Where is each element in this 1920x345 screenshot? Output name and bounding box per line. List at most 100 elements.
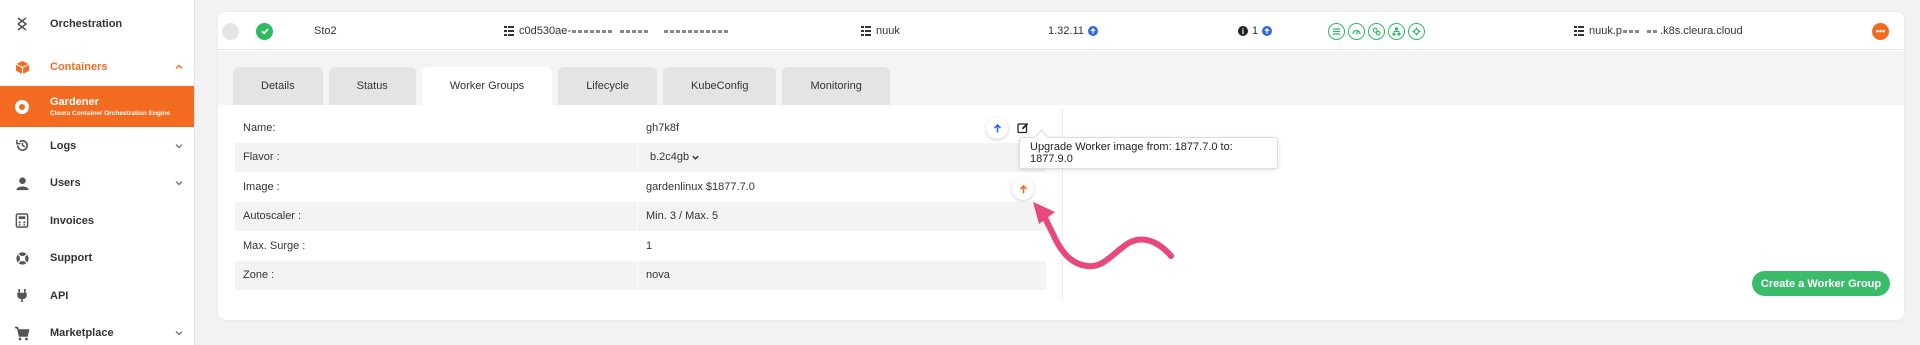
sidebar-item-sublabel: Cleura Container Orchestration Engine [50, 109, 171, 117]
annotation-arrow-icon [1033, 202, 1174, 270]
upgrade-worker-group-button[interactable] [986, 117, 1008, 139]
detail-row-image: Image : gardenlinux $1877.7.0 [235, 172, 1046, 202]
info-icon: i [1238, 26, 1248, 36]
cluster-version-text: 1.32.11 [1048, 25, 1084, 37]
worker-group-details: Name: gh7k8f Flavor : b.2c4gb Image : ga… [235, 113, 1046, 290]
chevron-down-icon [174, 178, 184, 188]
gardener-icon [14, 99, 30, 115]
row-value: Min. 3 / Max. 5 [637, 201, 718, 231]
tooltip-text: Upgrade Worker image from: 1877.7.0 to: … [1030, 141, 1233, 165]
cluster-project: nuuk [861, 12, 900, 50]
sidebar-item-label: Support [50, 252, 93, 265]
row-label: Autoscaler : [243, 210, 302, 223]
cluster-id-text: c0d530ae- [519, 25, 571, 37]
info-count: 1 [1252, 25, 1259, 37]
tab-lifecycle[interactable]: Lifecycle [558, 67, 657, 105]
more-actions-button[interactable]: ••• [1872, 12, 1889, 50]
row-label: Image : [243, 180, 280, 193]
sidebar-item-api[interactable]: API [0, 277, 194, 315]
cart-icon [14, 325, 30, 341]
arrow-up-icon [1018, 184, 1029, 195]
upgrade-image-tooltip: Upgrade Worker image from: 1877.7.0 to: … [1019, 137, 1278, 169]
cluster-region: Sto2 [314, 25, 337, 37]
cube-icon [14, 59, 30, 75]
detail-row-name: Name: gh7k8f [235, 113, 1046, 143]
sidebar-item-label: Invoices [50, 214, 95, 227]
sidebar-item-label: Gardener [50, 95, 99, 108]
sidebar-item-label: Logs [50, 139, 77, 152]
sidebar-item-invoices[interactable]: Invoices [0, 202, 194, 240]
detail-row-zone: Zone : nova [235, 260, 1046, 290]
sidebar-item-label: Containers [50, 61, 108, 73]
row-label: Max. Surge : [243, 239, 306, 252]
flavor-select[interactable]: b.2c4gb [637, 142, 700, 172]
domain-suffix: .k8s.cleura.cloud [1660, 25, 1743, 37]
chevron-down-icon [174, 141, 184, 151]
row-value: gh7k8f [637, 113, 679, 143]
row-label: Zone : [243, 269, 275, 282]
cluster-summary-row[interactable]: Sto2 c0d530ae- nuuk 1.32.11 i 1 nuuk.p .… [218, 12, 1904, 50]
sidebar-item-users[interactable]: Users [0, 165, 194, 203]
create-worker-group-button[interactable]: Create a Worker Group [1752, 271, 1890, 296]
row-value: 1 [637, 231, 652, 261]
grid-icon [861, 26, 871, 36]
select-checkbox[interactable] [222, 12, 239, 50]
edit-worker-group-button[interactable] [1012, 117, 1034, 139]
sidebar-item-logs[interactable]: Logs [0, 127, 194, 165]
network-icon[interactable] [1388, 22, 1405, 40]
lifebuoy-icon [14, 250, 30, 266]
edit-icon [1017, 122, 1029, 134]
settings-icon[interactable] [1408, 22, 1425, 40]
gears-icon[interactable] [1368, 22, 1385, 40]
row-label: Name: [243, 121, 276, 134]
cluster-id: c0d530ae- [504, 12, 728, 50]
history-icon [14, 138, 30, 154]
dashboard-icon[interactable] [1348, 22, 1365, 40]
detail-row-flavor: Flavor : b.2c4gb [235, 142, 1046, 172]
sidebar-item-containers[interactable]: Containers [0, 48, 194, 86]
cluster-info[interactable]: i 1 [1238, 12, 1273, 50]
arrow-up-icon [992, 123, 1003, 134]
orchestration-icon [14, 16, 30, 32]
plug-icon [14, 288, 30, 304]
user-icon [14, 175, 30, 191]
more-icon: ••• [1872, 22, 1889, 40]
list-icon[interactable] [1328, 22, 1345, 40]
tab-kubeconfig[interactable]: KubeConfig [662, 67, 777, 105]
chevron-down-icon [691, 153, 700, 162]
calculator-icon [14, 213, 30, 229]
sidebar-item-gardener[interactable]: Gardener Cleura Container Orchestration … [0, 86, 194, 127]
row-label: Flavor : [243, 151, 280, 164]
cluster-domain[interactable]: nuuk.p .k8s.cleura.cloud [1574, 12, 1743, 50]
grid-icon [1574, 26, 1584, 36]
tab-worker-groups[interactable]: Worker Groups [421, 67, 553, 105]
sidebar: Orchestration Containers Gardener Cleura… [0, 0, 195, 345]
tab-bar: Details Status Worker Groups Lifecycle K… [233, 67, 890, 105]
detail-row-autoscaler: Autoscaler : Min. 3 / Max. 5 [235, 201, 1046, 231]
grid-icon [504, 26, 514, 36]
upgrade-image-button[interactable] [1012, 178, 1034, 200]
tab-monitoring[interactable]: Monitoring [782, 67, 890, 105]
upgrade-available-icon[interactable] [1087, 26, 1098, 36]
sidebar-item-label: Marketplace [50, 327, 114, 340]
chevron-up-icon [174, 62, 184, 72]
sidebar-item-label: API [50, 289, 69, 302]
cluster-project-text: nuuk [876, 25, 900, 37]
flavor-value: b.2c4gb [650, 151, 690, 164]
tab-details[interactable]: Details [233, 67, 323, 105]
status-ok-icon [256, 12, 273, 50]
chevron-down-icon [174, 328, 184, 338]
cluster-feature-icons [1328, 12, 1425, 50]
domain-prefix: nuuk.p [1589, 25, 1623, 37]
sidebar-item-label: Users [50, 177, 81, 190]
sidebar-item-label: Orchestration [50, 18, 123, 30]
cluster-version[interactable]: 1.32.11 [1048, 12, 1098, 50]
row-value: gardenlinux $1877.7.0 [637, 172, 755, 202]
sidebar-item-support[interactable]: Support [0, 240, 194, 278]
sidebar-item-marketplace[interactable]: Marketplace [0, 315, 194, 345]
detail-row-max-surge: Max. Surge : 1 [235, 231, 1046, 261]
tab-status[interactable]: Status [328, 67, 416, 105]
upgrade-available-icon[interactable] [1262, 26, 1273, 36]
row-value: nova [637, 260, 670, 290]
sidebar-item-orchestration[interactable]: Orchestration [0, 0, 194, 48]
